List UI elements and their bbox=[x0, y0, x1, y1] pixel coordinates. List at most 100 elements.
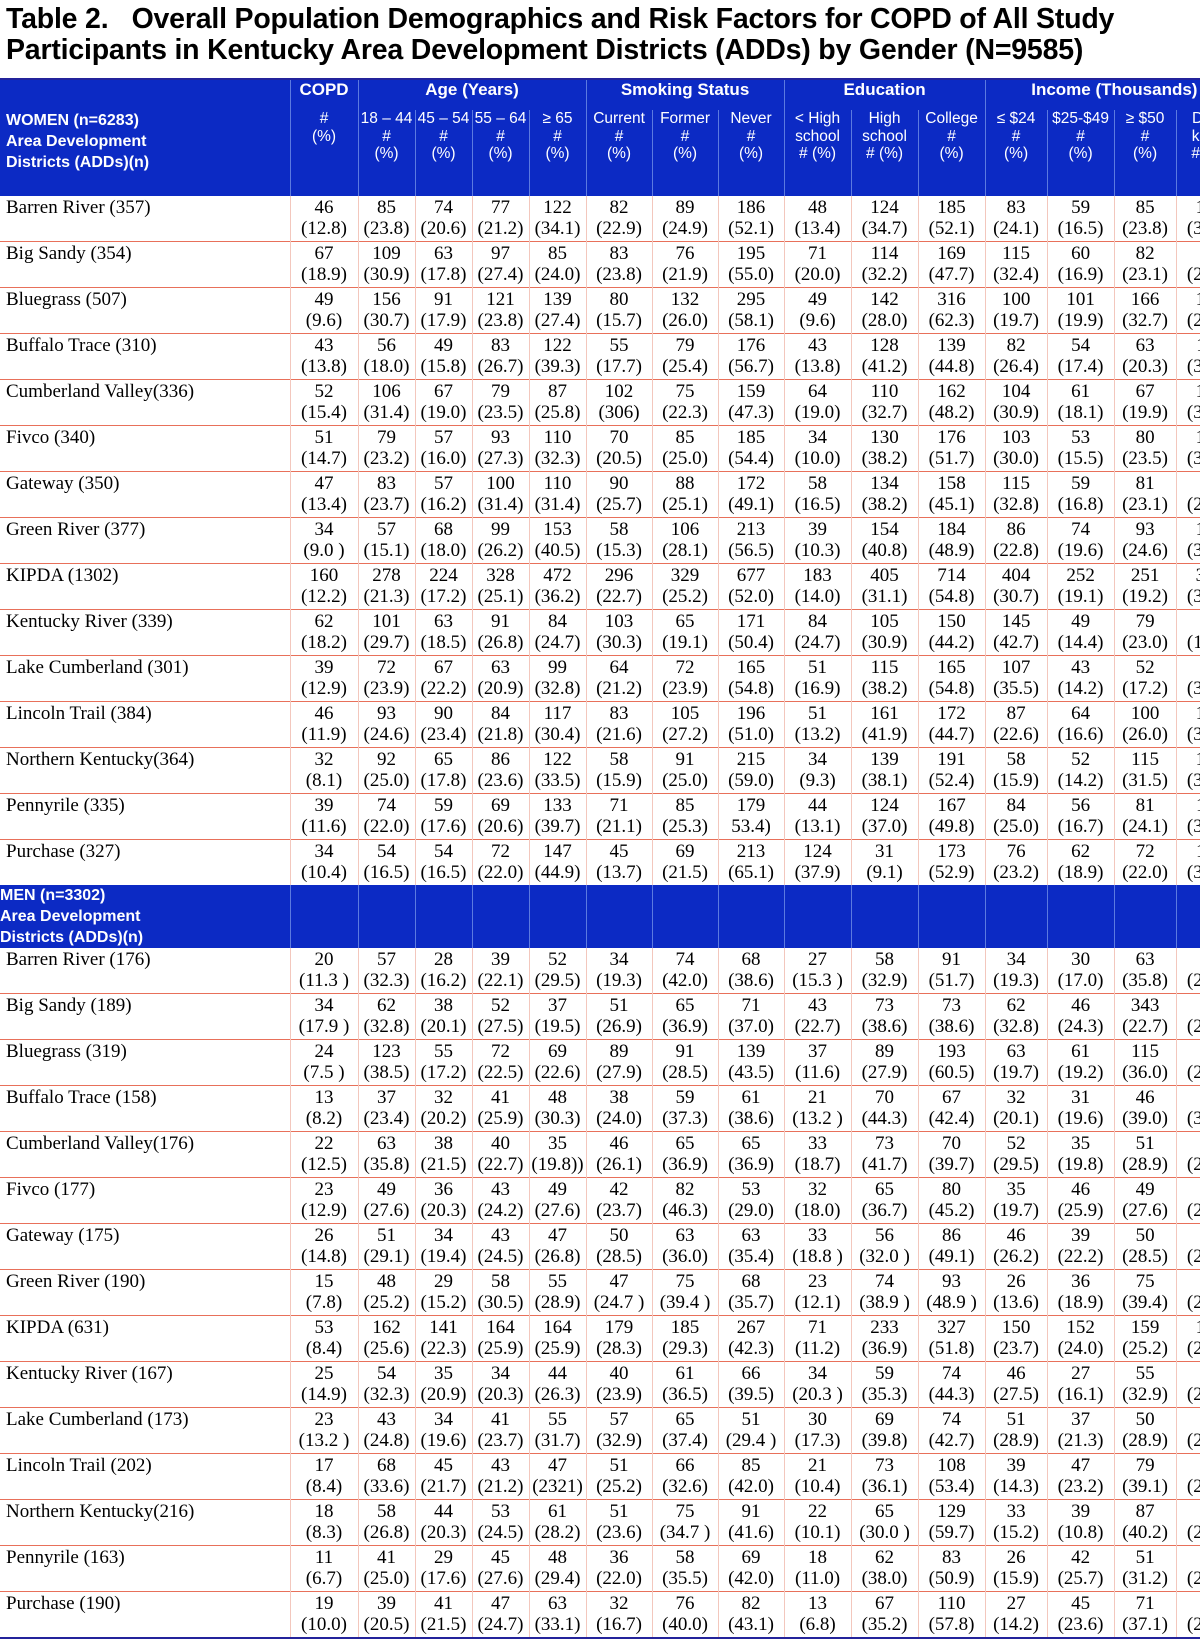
data-cell: 159 (25.2) bbox=[1113, 1315, 1177, 1362]
data-cell: 53 (24.5) bbox=[471, 1499, 529, 1546]
cell-count: 104 bbox=[1177, 381, 1200, 402]
cell-percent: (44.8) bbox=[928, 356, 975, 377]
cell-percent: (16.8) bbox=[1057, 494, 1104, 515]
cell-percent: (22.7) bbox=[596, 586, 642, 607]
cell-percent: (28.5) bbox=[596, 1246, 642, 1267]
cell-count: 65 bbox=[675, 995, 695, 1016]
data-cell: 86 (22.8) bbox=[984, 517, 1048, 564]
cell-percent: (37.3) bbox=[662, 1108, 708, 1129]
cell-count: 65 bbox=[741, 1133, 761, 1154]
cell-count: 59 bbox=[434, 795, 453, 816]
cell-percent: (36.9) bbox=[728, 1154, 774, 1175]
cell-percent: (36.9) bbox=[861, 1338, 908, 1359]
data-cell: 49(31.0) bbox=[1175, 1085, 1200, 1132]
cell-percent: (54.8) bbox=[728, 678, 774, 699]
cell-count: 44 bbox=[808, 795, 828, 816]
cell-percent: (16.6) bbox=[1057, 724, 1104, 745]
cell-percent: (48.9) bbox=[928, 540, 975, 561]
cell-count: 51 bbox=[1006, 1409, 1026, 1430]
data-cell: 74 (38.9 ) bbox=[850, 1269, 919, 1316]
cell-percent: (28.9) bbox=[534, 1292, 581, 1313]
cell-count: 343 bbox=[1130, 995, 1160, 1016]
cell-count: 124 bbox=[870, 197, 899, 218]
data-cell: 48 (25.2) bbox=[357, 1269, 415, 1316]
data-cell: 34 (19.6) bbox=[414, 1407, 472, 1454]
cell-count: 20 bbox=[314, 949, 334, 970]
cell-count: 39 bbox=[1071, 1225, 1091, 1246]
data-cell: 133 (39.7) bbox=[528, 793, 587, 840]
cell-percent: (18.0) bbox=[363, 356, 410, 377]
data-cell: 27 (14.2) bbox=[984, 1591, 1048, 1638]
cell-percent: (34.7) bbox=[861, 218, 908, 239]
data-cell: 23 (12.1) bbox=[783, 1269, 852, 1316]
data-cell: 124 (37.0) bbox=[850, 793, 919, 840]
data-cell: 186 (52.1) bbox=[717, 196, 785, 242]
cell-percent: (29.1) bbox=[363, 1246, 410, 1267]
data-cell: 196 (51.0) bbox=[717, 701, 785, 748]
cell-percent: (38.6) bbox=[928, 1016, 975, 1037]
cell-percent: (8.3) bbox=[305, 1522, 343, 1543]
data-cell: 104(30.9) bbox=[984, 379, 1048, 426]
cell-percent: (26.1) bbox=[596, 1154, 642, 1175]
cell-count: 51 bbox=[808, 703, 828, 724]
table-row: Kentucky River (167) 25 (14.9) 54 (32.3) 35 (2… bbox=[0, 1361, 1200, 1408]
data-cell: 51 (28.9) bbox=[984, 1407, 1048, 1454]
data-cell: 63 (20.3) bbox=[1113, 333, 1177, 380]
cell-percent: (44.3) bbox=[861, 1108, 908, 1129]
cell-percent: (58.1) bbox=[728, 310, 774, 331]
data-cell: 76 (21.9) bbox=[651, 241, 719, 288]
data-cell: 38 (24.0) bbox=[585, 1085, 653, 1132]
cell-count: 106 bbox=[372, 381, 401, 402]
cell-count: 34 bbox=[434, 1225, 453, 1246]
cell-percent: (23.5) bbox=[477, 402, 524, 423]
cell-percent: (13.2 ) bbox=[298, 1430, 350, 1451]
cell-percent: (25.0) bbox=[662, 770, 708, 791]
data-cell: 22 (12.5) bbox=[289, 1131, 358, 1178]
cell-count: 111 bbox=[1177, 335, 1200, 356]
cell-percent: (10.3) bbox=[794, 540, 841, 561]
cell-count: 57 bbox=[377, 949, 396, 970]
cell-count: 39 bbox=[1177, 1363, 1200, 1384]
cell-percent: (25.3) bbox=[662, 816, 708, 837]
cell-count: 46 bbox=[314, 703, 334, 724]
cell-count: 39 bbox=[314, 795, 334, 816]
data-cell: 47 (2321) bbox=[528, 1453, 587, 1500]
cell-count: 84 bbox=[548, 611, 568, 632]
cell-percent: (32.2) bbox=[861, 264, 908, 285]
cell-count: 63 bbox=[548, 1593, 568, 1614]
cell-count: 50 bbox=[1135, 1225, 1155, 1246]
cell-count: 17 bbox=[314, 1455, 334, 1476]
data-cell: 140(27.6) bbox=[1175, 287, 1200, 334]
cell-percent: (42.0) bbox=[728, 1568, 774, 1589]
cell-count: 52 bbox=[1006, 1133, 1026, 1154]
cell-count: 184 bbox=[937, 519, 966, 540]
cell-percent: (15.4) bbox=[301, 402, 347, 423]
data-cell: 34 (20.3 ) bbox=[783, 1361, 852, 1408]
row-label-add-name: Northern Kentucky(364) bbox=[0, 747, 290, 794]
cell-count: 47 bbox=[1177, 1455, 1200, 1476]
cell-percent: (26.9) bbox=[1186, 1568, 1200, 1589]
data-cell: 124 (34.7) bbox=[850, 196, 919, 242]
data-cell: 179 (28.3) bbox=[585, 1315, 653, 1362]
cell-count: 23 bbox=[314, 1409, 334, 1430]
data-cell: 72 (23.9) bbox=[357, 655, 415, 702]
cell-count: 296 bbox=[604, 565, 634, 586]
data-cell: 48 (29.4) bbox=[528, 1545, 587, 1592]
cell-count: 76 bbox=[675, 1593, 695, 1614]
cell-count: 115 bbox=[870, 657, 899, 678]
data-cell: 62 (18.9) bbox=[1046, 839, 1115, 885]
cell-count: 89 bbox=[875, 1041, 895, 1062]
data-cell: 55 (28.9) bbox=[528, 1269, 587, 1316]
cell-percent: (31.4) bbox=[363, 402, 410, 423]
cell-percent: (35.8) bbox=[1186, 356, 1200, 377]
cell-count: 57 bbox=[434, 427, 453, 448]
cell-count: 28 bbox=[434, 949, 453, 970]
cell-count: 56 bbox=[875, 1225, 895, 1246]
data-cell: 108 (53.4) bbox=[917, 1453, 986, 1500]
data-cell: 65 (36.7) bbox=[850, 1177, 919, 1224]
cell-percent: (16.0) bbox=[420, 448, 467, 469]
table-row: Big Sandy (189) 34 (17.9 ) 62 (32.8) 38 (20.1)… bbox=[0, 993, 1200, 1040]
cell-percent: (16.5) bbox=[794, 494, 841, 515]
cell-percent: (9.0 ) bbox=[303, 540, 345, 561]
data-cell: 110 (31.4) bbox=[528, 471, 587, 518]
